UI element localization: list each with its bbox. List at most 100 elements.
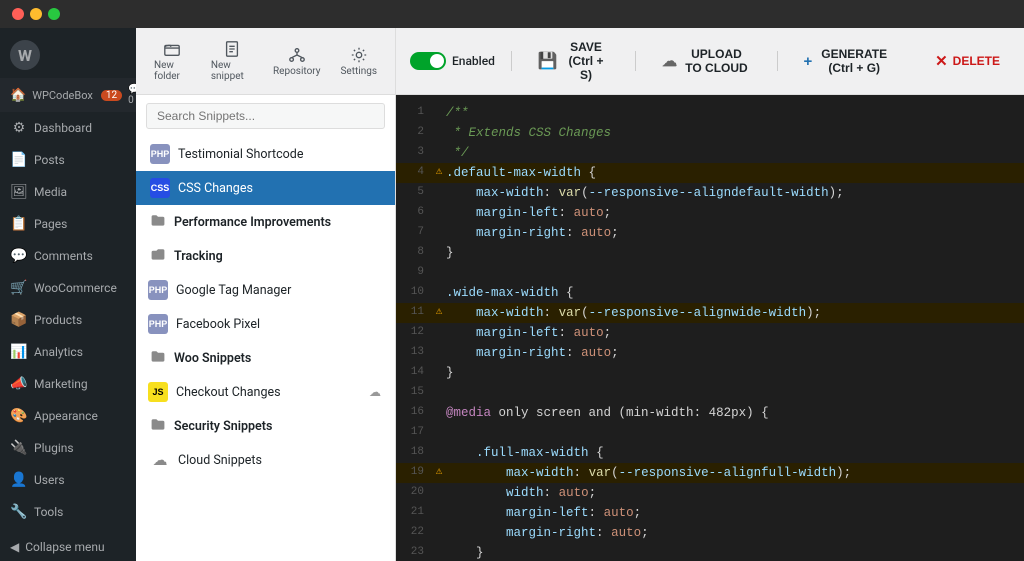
warning-icon-19: ⚠ <box>432 463 446 482</box>
code-line-18: 18 .full-max-width { <box>396 443 1024 463</box>
folder-icon <box>163 40 181 58</box>
css-badge-icon: CSS <box>150 178 170 198</box>
enable-toggle[interactable]: Enabled <box>410 52 495 70</box>
list-item-checkout[interactable]: JS Checkout Changes ☁ <box>136 375 395 409</box>
code-line-4: 4 ⚠ .default-max-width { <box>396 163 1024 183</box>
sidebar-item-dashboard[interactable]: ⚙ Dashboard <box>0 112 136 144</box>
code-line-14: 14 } <box>396 363 1024 383</box>
site-name: WPCodeBox <box>32 89 93 102</box>
folder-closed-icon <box>150 212 166 232</box>
plugin-sidebar-header: New folder New snippet Repository <box>136 28 395 95</box>
code-line-13: 13 margin-right: auto; <box>396 343 1024 363</box>
sidebar-item-media[interactable]: 🖼 Media <box>0 176 136 208</box>
file-icon <box>223 40 241 58</box>
woocommerce-icon: 🛒 <box>10 279 28 297</box>
folder-open-icon <box>150 246 166 266</box>
settings-button[interactable]: Settings <box>334 44 383 79</box>
gear-icon <box>350 46 368 64</box>
title-bar <box>0 0 1024 28</box>
sidebar-item-users[interactable]: 👤 Users <box>0 464 136 496</box>
sidebar-item-marketing[interactable]: 📣 Marketing <box>0 368 136 400</box>
marketing-icon: 📣 <box>10 375 28 393</box>
code-editor[interactable]: 1 /** 2 * Extends CSS Changes 3 */ 4 ⚠ .… <box>396 95 1024 561</box>
code-line-5: 5 max-width: var(--responsive--aligndefa… <box>396 183 1024 203</box>
code-line-23: 23 } <box>396 543 1024 561</box>
toolbar-separator-1 <box>511 51 512 71</box>
save-icon: 💾 <box>538 51 558 71</box>
toggle-track[interactable] <box>410 52 446 70</box>
repository-button[interactable]: Repository <box>267 44 326 79</box>
code-line-22: 22 margin-right: auto; <box>396 523 1024 543</box>
wp-sidebar: W 🏠 WPCodeBox 12 💬 0 + New ⚙ Dashboard 📄… <box>0 28 136 561</box>
upload-to-cloud-button[interactable]: ☁ UPLOAD TO CLOUD <box>652 43 761 79</box>
generate-button[interactable]: + GENERATE (Ctrl + G) <box>794 43 902 79</box>
close-button[interactable] <box>12 8 24 20</box>
search-box <box>146 103 385 129</box>
code-line-2: 2 * Extends CSS Changes <box>396 123 1024 143</box>
main-content: Enabled 💾 SAVE (Ctrl + S) ☁ UPLOAD TO CL… <box>396 28 1024 561</box>
code-line-19: 19 ⚠ max-width: var(--responsive--alignf… <box>396 463 1024 483</box>
sidebar-item-pages[interactable]: 📋 Pages <box>0 208 136 240</box>
new-snippet-button[interactable]: New snippet <box>205 38 259 84</box>
snippet-list: PHP Testimonial Shortcode CSS CSS Change… <box>136 137 395 561</box>
list-item-testimonial[interactable]: PHP Testimonial Shortcode <box>136 137 395 171</box>
code-line-11: 11 ⚠ max-width: var(--responsive--alignw… <box>396 303 1024 323</box>
code-line-15: 15 <box>396 383 1024 403</box>
maximize-button[interactable] <box>48 8 60 20</box>
delete-button[interactable]: ✕ DELETE <box>925 48 1010 74</box>
products-icon: 📦 <box>10 311 28 329</box>
code-line-10: 10 .wide-max-width { <box>396 283 1024 303</box>
delete-icon: ✕ <box>935 52 948 70</box>
save-button[interactable]: 💾 SAVE (Ctrl + S) <box>528 36 620 86</box>
traffic-lights <box>12 8 60 20</box>
minimize-button[interactable] <box>30 8 42 20</box>
list-item-security[interactable]: Security Snippets <box>136 409 395 443</box>
generate-icon: + <box>804 53 813 70</box>
collapse-arrow-icon: ◀ <box>10 540 19 554</box>
toggle-thumb <box>430 54 444 68</box>
list-item-tracking[interactable]: Tracking <box>136 239 395 273</box>
sidebar-item-plugins[interactable]: 🔌 Plugins <box>0 432 136 464</box>
new-folder-button[interactable]: New folder <box>148 38 197 84</box>
list-item-google-tag[interactable]: PHP Google Tag Manager <box>136 273 395 307</box>
code-line-21: 21 margin-left: auto; <box>396 503 1024 523</box>
list-item-woo-snippets[interactable]: Woo Snippets <box>136 341 395 375</box>
php-badge-icon-3: PHP <box>148 314 168 334</box>
pages-icon: 📋 <box>10 215 28 233</box>
sidebar-item-woocommerce[interactable]: 🛒 WooCommerce <box>0 272 136 304</box>
list-item-cloud-snippets[interactable]: ☁ Cloud Snippets <box>136 443 395 477</box>
search-input[interactable] <box>146 103 385 129</box>
warning-icon-11: ⚠ <box>432 303 446 322</box>
warning-icon-4: ⚠ <box>432 163 446 182</box>
toolbar-separator-2 <box>635 51 636 71</box>
wp-admin-bar: 🏠 WPCodeBox 12 💬 0 + New <box>0 78 136 112</box>
comments-icon: 💬 <box>10 247 28 265</box>
dashboard-icon: ⚙ <box>10 119 28 137</box>
code-line-9: 9 <box>396 263 1024 283</box>
list-item-performance[interactable]: Performance Improvements <box>136 205 395 239</box>
list-item-facebook-pixel[interactable]: PHP Facebook Pixel <box>136 307 395 341</box>
code-line-17: 17 <box>396 423 1024 443</box>
sidebar-item-appearance[interactable]: 🎨 Appearance <box>0 400 136 432</box>
collapse-menu[interactable]: ◀ Collapse menu <box>0 533 136 561</box>
sidebar-item-products[interactable]: 📦 Products <box>0 304 136 336</box>
sidebar-item-tools[interactable]: 🔧 Tools <box>0 496 136 528</box>
sidebar-item-comments[interactable]: 💬 Comments <box>0 240 136 272</box>
js-badge-icon: JS <box>148 382 168 402</box>
plugin-sidebar: New folder New snippet Repository <box>136 28 396 561</box>
code-line-12: 12 margin-left: auto; <box>396 323 1024 343</box>
code-line-7: 7 margin-right: auto; <box>396 223 1024 243</box>
list-item-css-changes[interactable]: CSS CSS Changes <box>136 171 395 205</box>
sidebar-item-posts[interactable]: 📄 Posts <box>0 144 136 176</box>
folder-security-icon <box>150 416 166 436</box>
php-badge-icon-2: PHP <box>148 280 168 300</box>
sidebar-item-analytics[interactable]: 📊 Analytics <box>0 336 136 368</box>
comment-count: 12 <box>101 90 122 101</box>
folder-woo-icon <box>150 348 166 368</box>
cloud-icon: ☁ <box>150 450 170 470</box>
editor-toolbar: Enabled 💾 SAVE (Ctrl + S) ☁ UPLOAD TO CL… <box>396 28 1024 95</box>
cloud-sync-icon: ☁ <box>369 385 381 399</box>
tools-icon: 🔧 <box>10 503 28 521</box>
code-line-3: 3 */ <box>396 143 1024 163</box>
plugins-icon: 🔌 <box>10 439 28 457</box>
